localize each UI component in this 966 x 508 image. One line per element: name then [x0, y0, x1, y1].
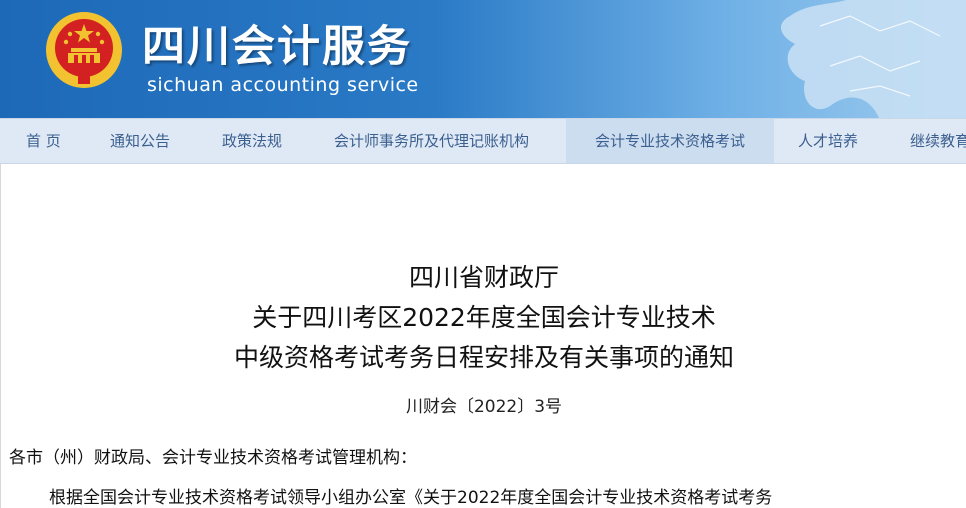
- sichuan-map-icon: [781, 0, 966, 118]
- national-emblem-icon: [46, 12, 122, 88]
- article-content: 四川省财政厅 关于四川考区2022年度全国会计专业技术 中级资格考试考务日程安排…: [0, 164, 966, 508]
- main-navigation: 首 页 通知公告 政策法规 会计师事务所及代理记账机构 会计专业技术资格考试 人…: [0, 118, 966, 164]
- article-title-line-2: 关于四川考区2022年度全国会计专业技术: [252, 303, 716, 332]
- site-header: 四川会计服务 sichuan accounting service: [0, 0, 966, 118]
- article-title-line-1: 四川省财政厅: [408, 263, 559, 292]
- document-number: 川财会〔2022〕3号: [405, 397, 563, 417]
- nav-item-home[interactable]: 首 页: [26, 119, 61, 163]
- nav-item-accounting-firms[interactable]: 会计师事务所及代理记账机构: [334, 119, 529, 163]
- body-paragraph: 根据全国会计专业技术资格考试领导小组办公室《关于2022年度全国会计专业技术资格…: [49, 488, 773, 508]
- nav-item-talent-training[interactable]: 人才培养: [798, 119, 858, 163]
- site-title: 四川会计服务: [142, 22, 412, 72]
- site-subtitle: sichuan accounting service: [147, 74, 419, 96]
- nav-item-qualification-exam[interactable]: 会计专业技术资格考试: [566, 119, 774, 163]
- article-title-line-3: 中级资格考试考务日程安排及有关事项的通知: [233, 343, 734, 372]
- nav-item-continuing-education[interactable]: 继续教育: [910, 119, 966, 163]
- nav-item-policies[interactable]: 政策法规: [222, 119, 282, 163]
- nav-item-notices[interactable]: 通知公告: [110, 119, 170, 163]
- salutation: 各市（州）财政局、会计专业技术资格考试管理机构：: [9, 448, 417, 468]
